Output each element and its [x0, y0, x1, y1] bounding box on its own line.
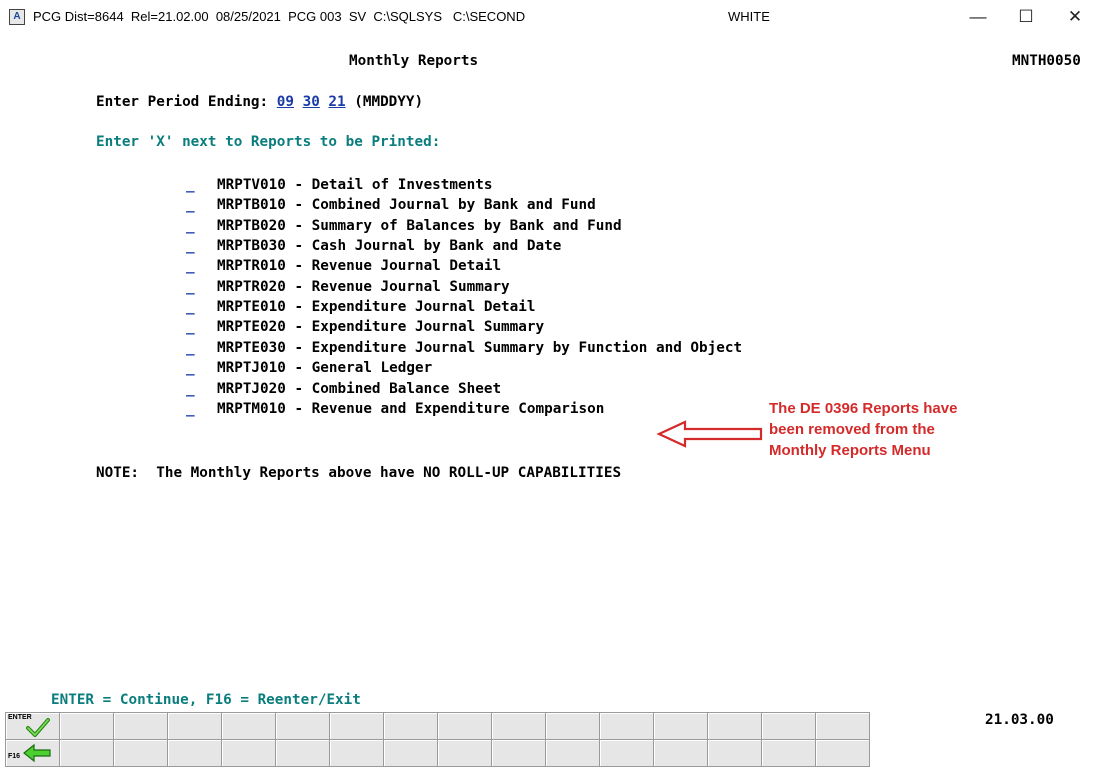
report-label: MRPTM010 - Revenue and Expenditure Compa… — [217, 400, 605, 417]
rollup-note: NOTE: The Monthly Reports above have NO … — [96, 465, 622, 481]
report-select-field[interactable]: _ — [186, 218, 198, 234]
version-label: 21.03.00 — [985, 712, 1054, 728]
function-key-21[interactable] — [222, 740, 276, 767]
report-label: MRPTB020 - Summary of Balances by Bank a… — [217, 217, 622, 234]
instruction-text: Enter 'X' next to Reports to be Printed: — [96, 134, 441, 150]
period-label: Enter Period Ending: — [96, 94, 269, 110]
function-key-6[interactable] — [276, 713, 330, 740]
annotation-note: The DE 0396 Reports have been removed fr… — [769, 398, 1029, 461]
period-row: Enter Period Ending: 09 30 21 (MMDDYY) — [96, 94, 423, 110]
close-button[interactable]: ✕ — [1055, 3, 1095, 31]
function-key-32[interactable] — [816, 740, 870, 767]
period-year-field[interactable]: 21 — [328, 94, 345, 110]
green-checkmark-icon — [26, 718, 50, 737]
period-month-field[interactable]: 09 — [277, 94, 294, 110]
report-select-field[interactable]: _ — [186, 197, 198, 213]
function-key-25[interactable] — [438, 740, 492, 767]
report-label: MRPTR020 - Revenue Journal Summary — [217, 278, 510, 295]
report-label: MRPTE010 - Expenditure Journal Detail — [217, 299, 536, 316]
green-left-arrow-icon — [23, 743, 51, 763]
function-key-13[interactable] — [654, 713, 708, 740]
minimize-button[interactable]: — — [958, 3, 998, 31]
function-key-30[interactable] — [708, 740, 762, 767]
report-select-field[interactable]: _ — [186, 177, 198, 193]
report-label: MRPTV010 - Detail of Investments — [217, 177, 493, 193]
window-titlebar: A PCG Dist=8644 Rel=21.02.00 08/25/2021 … — [0, 0, 1101, 34]
report-label: MRPTB030 - Cash Journal by Bank and Date — [217, 238, 562, 255]
f16-key-label: F16 — [8, 753, 21, 760]
screen-id: MNTH0050 — [1012, 53, 1081, 69]
report-select-field[interactable]: _ — [186, 340, 198, 356]
function-key-27[interactable] — [546, 740, 600, 767]
function-key-26[interactable] — [492, 740, 546, 767]
window-title: PCG Dist=8644 Rel=21.02.00 08/25/2021 PC… — [33, 9, 526, 24]
function-key-31[interactable] — [762, 740, 816, 767]
report-label: MRPTE030 - Expenditure Journal Summary b… — [217, 339, 743, 356]
report-select-field[interactable]: _ — [186, 319, 198, 335]
function-key-20[interactable] — [168, 740, 222, 767]
report-select-field[interactable]: _ — [186, 279, 198, 295]
function-key-10[interactable] — [492, 713, 546, 740]
report-label: MRPTR010 - Revenue Journal Detail — [217, 258, 502, 275]
maximize-button[interactable]: ☐ — [1006, 3, 1046, 31]
report-select-field[interactable]: _ — [186, 401, 198, 417]
function-key-8[interactable] — [384, 713, 438, 740]
function-key-23[interactable] — [330, 740, 384, 767]
screen-title: Monthly Reports — [349, 53, 479, 69]
app-icon: A — [9, 9, 25, 25]
report-select-field[interactable]: _ — [186, 299, 198, 315]
annotation-line: The DE 0396 Reports have — [769, 400, 958, 417]
report-label: MRPTJ020 - Combined Balance Sheet — [217, 380, 502, 397]
function-key-12[interactable] — [600, 713, 654, 740]
function-key-9[interactable] — [438, 713, 492, 740]
report-select-field[interactable]: _ — [186, 258, 198, 274]
function-key-4[interactable] — [168, 713, 222, 740]
report-label: MRPTB010 - Combined Journal by Bank and … — [217, 197, 596, 214]
period-day-field[interactable]: 30 — [303, 94, 320, 110]
footer-hint: ENTER = Continue, F16 = Reenter/Exit — [51, 692, 361, 708]
report-select-field[interactable]: _ — [186, 381, 198, 397]
function-key-7[interactable] — [330, 713, 384, 740]
function-key-18[interactable] — [60, 740, 114, 767]
report-select-field[interactable]: _ — [186, 360, 198, 376]
period-format: (MMDDYY) — [354, 94, 424, 110]
annotation-line: Monthly Reports Menu — [769, 442, 931, 459]
function-key-15[interactable] — [762, 713, 816, 740]
function-key-11[interactable] — [546, 713, 600, 740]
annotation-line: been removed from the — [769, 421, 935, 438]
annotation-arrow-icon — [656, 420, 763, 448]
window-user: WHITE — [728, 9, 770, 24]
report-label: MRPTE020 - Expenditure Journal Summary — [217, 319, 545, 336]
function-key-22[interactable] — [276, 740, 330, 767]
function-key-19[interactable] — [114, 740, 168, 767]
function-key-14[interactable] — [708, 713, 762, 740]
enter-key[interactable]: ENTER — [6, 713, 60, 740]
f16-key[interactable]: F16 — [6, 740, 60, 767]
function-key-29[interactable] — [654, 740, 708, 767]
function-key-3[interactable] — [114, 713, 168, 740]
function-key-28[interactable] — [600, 740, 654, 767]
function-key-5[interactable] — [222, 713, 276, 740]
report-select-field[interactable]: _ — [186, 238, 198, 254]
report-label: MRPTJ010 - General Ledger — [217, 360, 433, 377]
function-key-16[interactable] — [816, 713, 870, 740]
function-key-2[interactable] — [60, 713, 114, 740]
function-key-24[interactable] — [384, 740, 438, 767]
